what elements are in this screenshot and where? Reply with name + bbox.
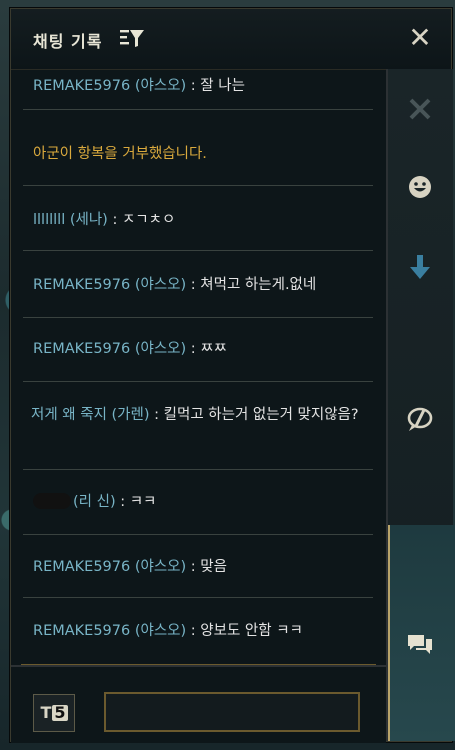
message-text: : 쳐먹고 하는게.없네 (186, 277, 317, 293)
download-icon (410, 255, 430, 279)
message-text: : ㅋㅋ (115, 494, 157, 510)
emote-button[interactable] (400, 167, 440, 207)
sender-name: 저게 왜 죽지 (가렌) (31, 407, 150, 423)
sender-name: REMAKE5976 (야스오) (33, 623, 187, 639)
chat-button[interactable] (400, 625, 440, 665)
sender-name: REMAKE5976 (야스오) (33, 559, 187, 575)
message-text: : 잘 나는 (186, 78, 245, 94)
chat-message: (리 신) : ㅋㅋ (33, 491, 373, 513)
message-text: : 킬먹고 하는거 없는거 맞지않음? (149, 407, 359, 423)
sender-name: REMAKE5976 (야스오) (33, 277, 187, 293)
sender-name: REMAKE5976 (야스오) (33, 78, 187, 94)
close-icon (409, 98, 431, 120)
emote-icon (409, 176, 431, 198)
close-button[interactable]: ✕ (405, 23, 435, 53)
chat-message: llllllll (세나) : ㅈㄱㅊㅇ (33, 209, 373, 231)
t5-label: T (40, 703, 52, 722)
chat-message: REMAKE5976 (야스오) : 잘 나는 (33, 75, 373, 97)
filter-icon[interactable] (119, 27, 145, 49)
message-divider (23, 185, 373, 186)
chat-history-window: 채팅 기록 ✕ REMAKE5976 (야스오) : 잘 나는 아군이 항복을 … (10, 8, 455, 743)
chat-input-bar: T5 (11, 664, 386, 743)
message-divider (23, 469, 373, 470)
system-message: 아군이 항복을 거부했습니다. (33, 143, 373, 165)
sender-name: REMAKE5976 (야스오) (33, 341, 187, 357)
message-text: : ㅈㄱㅊㅇ (107, 212, 176, 228)
mute-chat-icon (407, 407, 433, 431)
message-text: : 양보도 안함 ㅋㅋ (186, 623, 303, 639)
window-title: 채팅 기록 (33, 32, 103, 51)
t5-button[interactable]: T5 (33, 694, 75, 732)
t5-badge: 5 (52, 703, 68, 722)
chat-message: 저게 왜 죽지 (가렌) : 킬먹고 하는거 없는거 맞지않음? (31, 404, 361, 426)
chat-history-header: 채팅 기록 ✕ (11, 9, 451, 70)
download-button[interactable] (400, 247, 440, 287)
message-divider (23, 109, 373, 110)
mute-chat-button[interactable] (400, 399, 440, 439)
chat-message: REMAKE5976 (야스오) : 쳐먹고 하는게.없네 (33, 274, 373, 296)
message-text: 아군이 항복을 거부했습니다. (33, 146, 207, 162)
message-divider (23, 317, 373, 318)
chat-log[interactable]: REMAKE5976 (야스오) : 잘 나는 아군이 항복을 거부했습니다. … (23, 69, 383, 665)
divider (21, 664, 376, 665)
side-close-button (400, 89, 440, 129)
message-divider (23, 597, 373, 598)
message-divider (23, 381, 373, 382)
sender-name: (리 신) (73, 494, 116, 510)
chat-message: REMAKE5976 (야스오) : 맞음 (33, 556, 373, 578)
message-divider (23, 250, 373, 251)
chat-message: REMAKE5976 (야스오) : 양보도 안함 ㅋㅋ (33, 620, 373, 642)
redacted-name (33, 493, 71, 509)
chat-input[interactable] (104, 692, 360, 732)
side-panel (386, 69, 455, 741)
chat-icon (408, 635, 432, 654)
message-text: : 맞음 (186, 559, 227, 575)
sender-name: llllllll (세나) (33, 212, 108, 228)
message-divider (23, 534, 373, 535)
chat-message: REMAKE5976 (야스오) : ㅉㅉ (33, 338, 373, 360)
message-text: : ㅉㅉ (186, 341, 227, 357)
